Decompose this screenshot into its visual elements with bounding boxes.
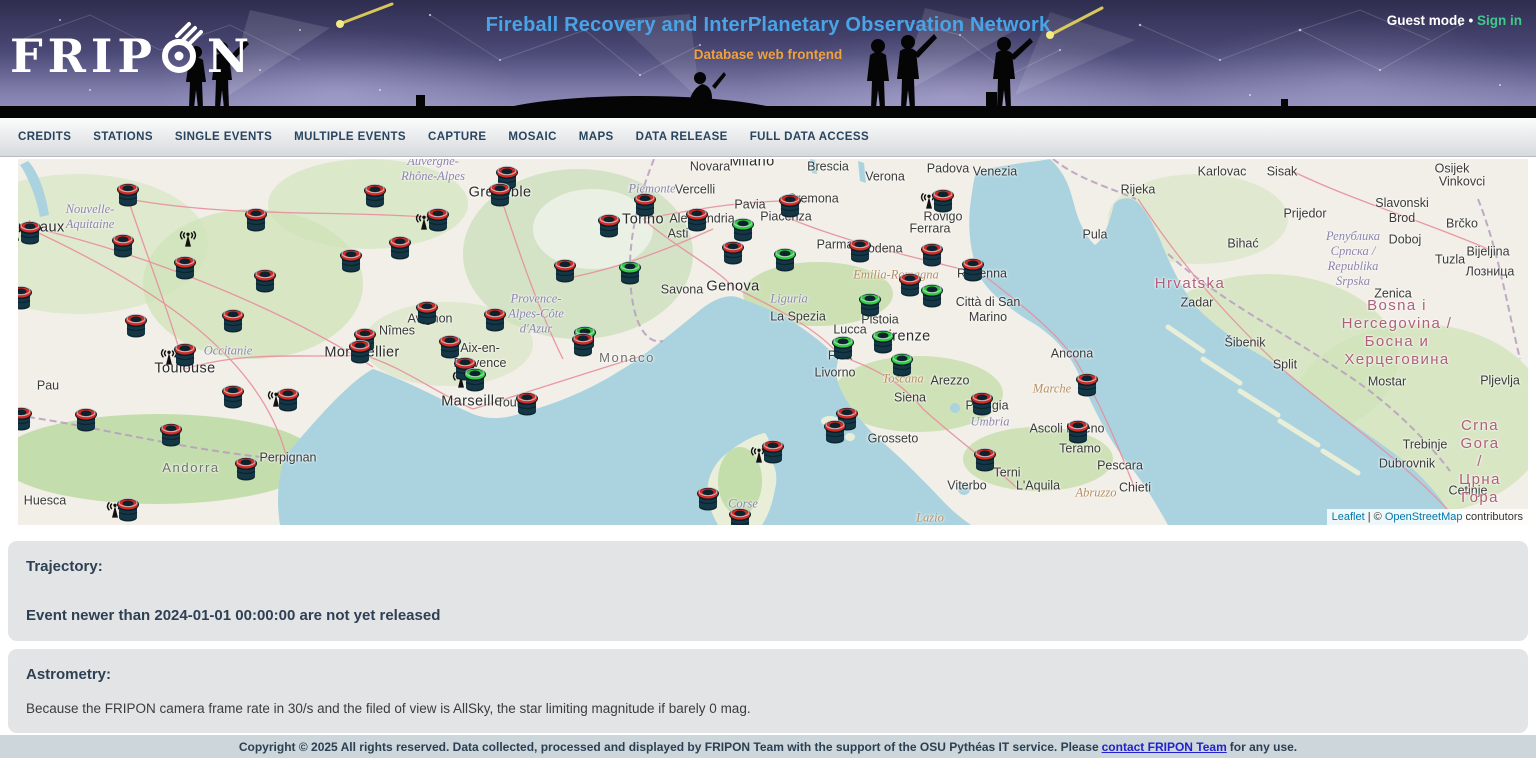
station-marker-red[interactable] — [972, 443, 998, 473]
station-marker-green[interactable] — [462, 363, 488, 393]
page-title: Fireball Recovery and InterPlanetary Obs… — [0, 14, 1536, 37]
station-marker-red[interactable] — [172, 338, 198, 368]
station-marker-red[interactable] — [243, 203, 269, 233]
station-marker-red[interactable] — [18, 402, 34, 432]
station-marker-red[interactable] — [919, 238, 945, 268]
station-marker-red[interactable] — [172, 251, 198, 281]
station-marker-red[interactable] — [969, 387, 995, 417]
page-subtitle: Database web frontend — [0, 47, 1536, 62]
station-marker-red[interactable] — [632, 188, 658, 218]
footer-text-suffix: for any use. — [1230, 740, 1297, 754]
station-marker-red[interactable] — [684, 203, 710, 233]
station-marker-green[interactable] — [919, 279, 945, 309]
nav-item-multiple-events[interactable]: MULTIPLE EVENTS — [283, 131, 417, 143]
station-marker-red[interactable] — [930, 184, 956, 214]
station-marker-red[interactable] — [695, 482, 721, 512]
leaflet-link[interactable]: Leaflet — [1332, 511, 1365, 523]
footer: Copyright © 2025 All rights reserved. Da… — [0, 735, 1536, 758]
station-marker-green[interactable] — [772, 243, 798, 273]
station-marker-red[interactable] — [482, 303, 508, 333]
guest-mode-label: Guest mode — [1387, 13, 1465, 28]
station-marker-red[interactable] — [115, 493, 141, 523]
separator-dot: • — [1469, 13, 1474, 28]
station-marker-red[interactable] — [338, 244, 364, 274]
main-nav: CREDITSSTATIONSSINGLE EVENTSMULTIPLE EVE… — [0, 118, 1536, 157]
trajectory-section: Trajectory: Event newer than 2024-01-01 … — [8, 541, 1528, 641]
station-marker-red[interactable] — [1074, 368, 1100, 398]
station-marker-red[interactable] — [822, 415, 848, 445]
station-marker-red[interactable] — [110, 229, 136, 259]
station-marker-red[interactable] — [720, 236, 746, 266]
nav-item-single-events[interactable]: SINGLE EVENTS — [164, 131, 283, 143]
station-marker-red[interactable] — [252, 264, 278, 294]
station-marker-red[interactable] — [487, 178, 513, 208]
astrometry-heading: Astrometry: — [26, 666, 1510, 683]
map-attribution: Leaflet | © OpenStreetMap contributors — [1327, 509, 1528, 525]
station-marker-green[interactable] — [889, 348, 915, 378]
sign-in-link[interactable]: Sign in — [1477, 13, 1522, 28]
station-marker-red[interactable] — [387, 231, 413, 261]
contact-fripon-link[interactable]: contact FRIPON Team — [1102, 740, 1227, 754]
astrometry-section: Astrometry: Because the FRIPON camera fr… — [8, 649, 1528, 733]
station-marker-red[interactable] — [570, 328, 596, 358]
station-marker-red[interactable] — [760, 435, 786, 465]
nav-item-data-release[interactable]: DATA RELEASE — [625, 131, 739, 143]
nav-item-credits[interactable]: CREDITS — [7, 131, 82, 143]
station-marker-red[interactable] — [220, 380, 246, 410]
station-marker-red[interactable] — [275, 383, 301, 413]
station-marker-red[interactable] — [727, 503, 753, 526]
station-marker-red[interactable] — [233, 452, 259, 482]
station-marker-red[interactable] — [347, 335, 373, 365]
station-marker-green[interactable] — [857, 288, 883, 318]
station-marker-red[interactable] — [73, 403, 99, 433]
station-marker-red[interactable] — [362, 179, 388, 209]
station-marker-red[interactable] — [777, 189, 803, 219]
station-marker-red[interactable] — [158, 418, 184, 448]
banner: FRIP N Fireball Recovery and InterPlanet… — [0, 0, 1536, 118]
station-marker-red[interactable] — [552, 254, 578, 284]
station-marker-red[interactable] — [425, 203, 451, 233]
station-marker-red[interactable] — [514, 387, 540, 417]
station-marker-red[interactable] — [220, 304, 246, 334]
station-marker-red[interactable] — [123, 309, 149, 339]
astrometry-message: Because the FRIPON camera frame rate in … — [26, 701, 1510, 716]
trajectory-heading: Trajectory: — [26, 558, 1510, 575]
nav-item-stations[interactable]: STATIONS — [82, 131, 164, 143]
nav-item-capture[interactable]: CAPTURE — [417, 131, 497, 143]
trajectory-message: Event newer than 2024-01-01 00:00:00 are… — [26, 607, 1510, 624]
station-marker-red[interactable] — [847, 234, 873, 264]
map[interactable]: Leaflet | © OpenStreetMap contributors B… — [18, 159, 1528, 525]
nav-item-mosaic[interactable]: MOSAIC — [497, 131, 567, 143]
station-marker-red[interactable] — [115, 178, 141, 208]
station-marker-red[interactable] — [414, 296, 440, 326]
station-marker-green[interactable] — [830, 331, 856, 361]
station-marker-green[interactable] — [617, 256, 643, 286]
footer-text-prefix: Copyright © 2025 All rights reserved. Da… — [239, 740, 1099, 754]
nav-item-maps[interactable]: MAPS — [568, 131, 625, 143]
user-mode-area: Guest mode • Sign in — [1387, 13, 1522, 28]
station-marker-red[interactable] — [1065, 415, 1091, 445]
station-marker-red[interactable] — [960, 253, 986, 283]
antenna-marker[interactable] — [178, 230, 198, 247]
station-marker-red[interactable] — [596, 209, 622, 239]
nav-item-full-data-access[interactable]: FULL DATA ACCESS — [739, 131, 880, 143]
openstreetmap-link[interactable]: OpenStreetMap — [1385, 511, 1463, 523]
station-marker-red[interactable] — [18, 216, 43, 246]
station-marker-red[interactable] — [18, 281, 34, 311]
